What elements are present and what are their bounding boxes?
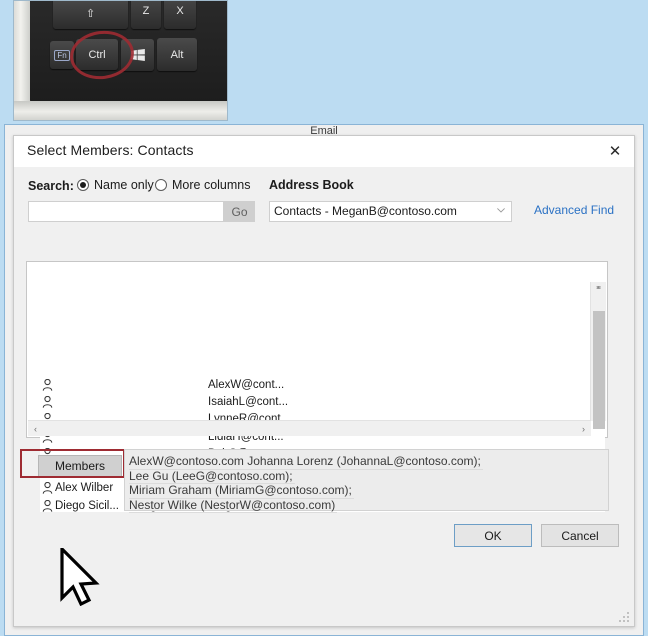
radio-name-only[interactable]: Name only [77,178,154,192]
person-icon [42,396,53,408]
address-book-select[interactable]: Contacts - MeganB@contoso.com [269,201,512,222]
person-icon [40,482,55,494]
members-field[interactable]: AlexW@contoso.com Johanna Lorenz (Johann… [124,449,609,511]
person-icon [42,482,53,494]
z-key: Z [131,0,161,29]
search-go-button[interactable]: Go [224,201,255,222]
contact-name: Alex Wilber [55,482,133,494]
select-members-dialog: Select Members: Contacts ✕ Search: Name … [13,135,635,627]
members-button[interactable]: Members [38,455,122,477]
vertical-scroll-track[interactable] [591,297,606,406]
keyboard-photo-inner: ⇧ Z X Fn Ctrl Alt [14,1,227,120]
cancel-button[interactable]: Cancel [541,524,619,547]
keyboard-photo: ⇧ Z X Fn Ctrl Alt [13,0,228,121]
radio-more-columns[interactable]: More columns [155,178,251,192]
address-book-selected-value: Contacts - MeganB@contoso.com [274,204,457,218]
x-key: X [164,0,196,29]
scroll-right-icon[interactable]: › [576,421,591,436]
advanced-find-link[interactable]: Advanced Find [534,203,614,217]
ok-button[interactable]: OK [454,524,532,547]
person-icon [42,379,53,391]
person-icon [40,500,55,512]
contacts-list-horizontal-scrollbar[interactable]: ‹ › [28,420,591,436]
radio-name-only-icon [77,179,89,191]
alt-key: Alt [157,38,197,71]
contact-row[interactable]: IsaiahL@cont... [40,393,605,410]
search-label: Search: [28,179,74,193]
shift-key-label: ⇧ [86,7,95,20]
close-icon[interactable]: ✕ [600,139,630,163]
fn-key-label: Fn [54,50,69,61]
shift-key: ⇧ [53,0,128,29]
dialog-body: Search: Name only More columns Address B… [14,167,634,626]
contact-name: Diego Sicil... [55,500,133,512]
scroll-up-icon[interactable]: ⱎ [591,282,606,297]
x-key-label: X [176,5,183,17]
contacts-list: AlexW@cont...IsaiahL@cont...LynneR@cont.… [26,261,608,438]
members-line: Nestor Wilke (NestorW@contoso.com) [129,498,337,514]
person-icon [40,379,55,391]
radio-name-only-label: Name only [94,178,154,192]
radio-more-columns-icon [155,179,167,191]
scroll-down-icon[interactable]: ⱟ [591,406,606,421]
dialog-title: Select Members: Contacts [27,142,194,158]
resize-grip-icon[interactable] [619,612,630,623]
dialog-title-bar: Select Members: Contacts ✕ [14,136,634,167]
z-key-label: Z [143,5,150,17]
contacts-list-vertical-scrollbar[interactable]: ⱎ ⱟ [590,282,606,421]
keyboard-body: ⇧ Z X Fn Ctrl Alt [30,0,228,102]
person-icon [40,396,55,408]
scroll-left-icon[interactable]: ‹ [28,421,43,436]
contact-email: IsaiahL@cont... [208,396,328,408]
person-icon [42,500,53,512]
radio-more-columns-label: More columns [172,178,251,192]
chevron-down-icon [497,208,505,213]
contact-email: AlexW@cont... [208,379,328,391]
search-input[interactable] [28,201,224,222]
ctrl-key-annotation-circle [67,27,136,82]
laptop-bezel-bottom [14,101,227,120]
alt-key-label: Alt [171,49,184,61]
address-book-label: Address Book [269,178,354,192]
contact-row[interactable]: AlexW@cont... [40,376,605,393]
